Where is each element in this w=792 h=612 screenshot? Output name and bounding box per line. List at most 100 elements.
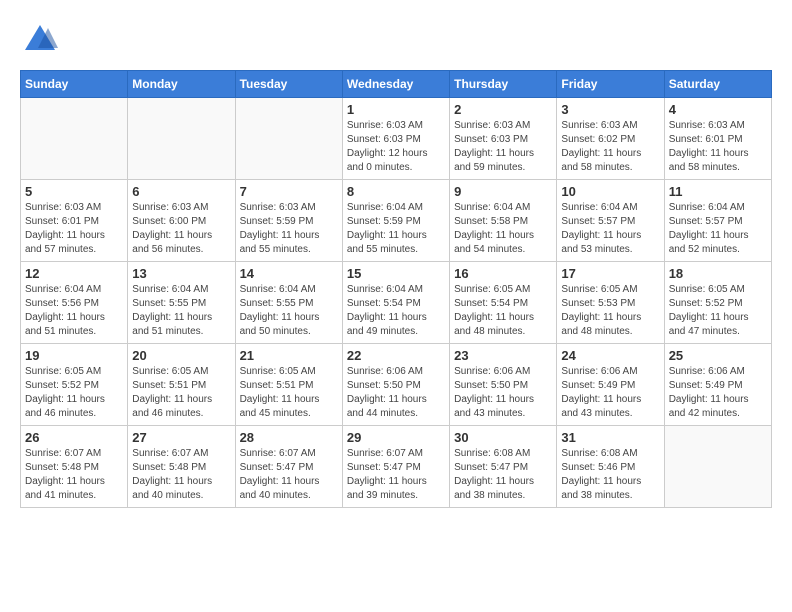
calendar-cell: 24 Sunrise: 6:06 AM Sunset: 5:49 PM Dayli… xyxy=(557,344,664,426)
day-number: 7 xyxy=(240,184,338,199)
calendar-cell: 26 Sunrise: 6:07 AM Sunset: 5:48 PM Dayli… xyxy=(21,426,128,508)
calendar-header-row: SundayMondayTuesdayWednesdayThursdayFrid… xyxy=(21,71,772,98)
calendar-cell: 7 Sunrise: 6:03 AM Sunset: 5:59 PM Daylig… xyxy=(235,180,342,262)
weekday-header: Sunday xyxy=(21,71,128,98)
day-info: Sunrise: 6:06 AM Sunset: 5:49 PM Dayligh… xyxy=(561,365,659,421)
day-info: Sunrise: 6:04 AM Sunset: 5:56 PM Dayligh… xyxy=(25,283,123,339)
calendar-cell xyxy=(664,426,771,508)
calendar-cell xyxy=(21,98,128,180)
day-number: 31 xyxy=(561,430,659,445)
day-number: 23 xyxy=(454,348,552,363)
day-number: 27 xyxy=(132,430,230,445)
calendar-cell: 28Sunrise: 6:07 AM Sunset: 5:47 PM Dayli… xyxy=(235,426,342,508)
day-number: 20 xyxy=(132,348,230,363)
calendar-cell: 14 Sunrise: 6:04 AM Sunset: 5:55 PM Dayli… xyxy=(235,262,342,344)
calendar-cell: 6 Sunrise: 6:03 AM Sunset: 6:00 PM Daylig… xyxy=(128,180,235,262)
day-info: Sunrise: 6:05 AM Sunset: 5:51 PM Dayligh… xyxy=(132,365,230,421)
day-number: 10 xyxy=(561,184,659,199)
day-info: Sunrise: 6:03 AM Sunset: 6:03 PM Dayligh… xyxy=(347,119,445,175)
logo xyxy=(20,20,60,60)
day-number: 21 xyxy=(240,348,338,363)
calendar-cell: 1 Sunrise: 6:03 AM Sunset: 6:03 PM Daylig… xyxy=(342,98,449,180)
day-number: 14 xyxy=(240,266,338,281)
day-number: 1 xyxy=(347,102,445,117)
calendar-cell: 30 Sunrise: 6:08 AM Sunset: 5:47 PM Dayli… xyxy=(450,426,557,508)
day-info: Sunrise: 6:05 AM Sunset: 5:52 PM Dayligh… xyxy=(25,365,123,421)
calendar-cell xyxy=(128,98,235,180)
calendar-cell: 11 Sunrise: 6:04 AM Sunset: 5:57 PM Dayli… xyxy=(664,180,771,262)
day-info: Sunrise: 6:04 AM Sunset: 5:59 PM Dayligh… xyxy=(347,201,445,257)
calendar-cell: 16 Sunrise: 6:05 AM Sunset: 5:54 PM Dayli… xyxy=(450,262,557,344)
day-info: Sunrise: 6:03 AM Sunset: 6:01 PM Dayligh… xyxy=(25,201,123,257)
calendar-cell: 15 Sunrise: 6:04 AM Sunset: 5:54 PM Dayli… xyxy=(342,262,449,344)
day-info: Sunrise: 6:04 AM Sunset: 5:54 PM Dayligh… xyxy=(347,283,445,339)
calendar-week-row: 1 Sunrise: 6:03 AM Sunset: 6:03 PM Daylig… xyxy=(21,98,772,180)
calendar-cell: 18Sunrise: 6:05 AM Sunset: 5:52 PM Dayli… xyxy=(664,262,771,344)
calendar-cell: 5Sunrise: 6:03 AM Sunset: 6:01 PM Daylig… xyxy=(21,180,128,262)
page-header xyxy=(20,20,772,60)
day-number: 19 xyxy=(25,348,123,363)
calendar-cell: 25Sunrise: 6:06 AM Sunset: 5:49 PM Dayli… xyxy=(664,344,771,426)
calendar-cell: 13 Sunrise: 6:04 AM Sunset: 5:55 PM Dayli… xyxy=(128,262,235,344)
day-number: 15 xyxy=(347,266,445,281)
day-number: 22 xyxy=(347,348,445,363)
calendar-cell: 22 Sunrise: 6:06 AM Sunset: 5:50 PM Dayli… xyxy=(342,344,449,426)
day-number: 30 xyxy=(454,430,552,445)
day-info: Sunrise: 6:06 AM Sunset: 5:50 PM Dayligh… xyxy=(347,365,445,421)
calendar-cell: 27 Sunrise: 6:07 AM Sunset: 5:48 PM Dayli… xyxy=(128,426,235,508)
day-info: Sunrise: 6:04 AM Sunset: 5:55 PM Dayligh… xyxy=(240,283,338,339)
day-info: Sunrise: 6:07 AM Sunset: 5:48 PM Dayligh… xyxy=(25,447,123,503)
calendar-cell xyxy=(235,98,342,180)
weekday-header: Saturday xyxy=(664,71,771,98)
day-info: Sunrise: 6:04 AM Sunset: 5:57 PM Dayligh… xyxy=(669,201,767,257)
day-number: 2 xyxy=(454,102,552,117)
calendar-cell: 29Sunrise: 6:07 AM Sunset: 5:47 PM Dayli… xyxy=(342,426,449,508)
day-info: Sunrise: 6:03 AM Sunset: 5:59 PM Dayligh… xyxy=(240,201,338,257)
day-number: 13 xyxy=(132,266,230,281)
weekday-header: Monday xyxy=(128,71,235,98)
day-number: 8 xyxy=(347,184,445,199)
day-info: Sunrise: 6:07 AM Sunset: 5:47 PM Dayligh… xyxy=(240,447,338,503)
day-number: 9 xyxy=(454,184,552,199)
day-info: Sunrise: 6:04 AM Sunset: 5:55 PM Dayligh… xyxy=(132,283,230,339)
day-number: 4 xyxy=(669,102,767,117)
day-info: Sunrise: 6:03 AM Sunset: 6:02 PM Dayligh… xyxy=(561,119,659,175)
calendar-cell: 31 Sunrise: 6:08 AM Sunset: 5:46 PM Dayli… xyxy=(557,426,664,508)
day-number: 18 xyxy=(669,266,767,281)
calendar-cell: 4 Sunrise: 6:03 AM Sunset: 6:01 PM Daylig… xyxy=(664,98,771,180)
logo-icon xyxy=(20,20,60,60)
day-number: 24 xyxy=(561,348,659,363)
day-info: Sunrise: 6:07 AM Sunset: 5:48 PM Dayligh… xyxy=(132,447,230,503)
day-number: 17 xyxy=(561,266,659,281)
calendar-week-row: 19 Sunrise: 6:05 AM Sunset: 5:52 PM Dayli… xyxy=(21,344,772,426)
day-info: Sunrise: 6:08 AM Sunset: 5:47 PM Dayligh… xyxy=(454,447,552,503)
calendar-week-row: 26 Sunrise: 6:07 AM Sunset: 5:48 PM Dayli… xyxy=(21,426,772,508)
day-info: Sunrise: 6:03 AM Sunset: 6:03 PM Dayligh… xyxy=(454,119,552,175)
day-number: 25 xyxy=(669,348,767,363)
day-info: Sunrise: 6:05 AM Sunset: 5:54 PM Dayligh… xyxy=(454,283,552,339)
weekday-header: Tuesday xyxy=(235,71,342,98)
weekday-header: Friday xyxy=(557,71,664,98)
calendar-cell: 12 Sunrise: 6:04 AM Sunset: 5:56 PM Dayli… xyxy=(21,262,128,344)
calendar-week-row: 5Sunrise: 6:03 AM Sunset: 6:01 PM Daylig… xyxy=(21,180,772,262)
day-info: Sunrise: 6:03 AM Sunset: 6:01 PM Dayligh… xyxy=(669,119,767,175)
calendar-cell: 3 Sunrise: 6:03 AM Sunset: 6:02 PM Daylig… xyxy=(557,98,664,180)
day-number: 26 xyxy=(25,430,123,445)
day-info: Sunrise: 6:03 AM Sunset: 6:00 PM Dayligh… xyxy=(132,201,230,257)
day-number: 6 xyxy=(132,184,230,199)
calendar-cell: 8 Sunrise: 6:04 AM Sunset: 5:59 PM Daylig… xyxy=(342,180,449,262)
day-number: 3 xyxy=(561,102,659,117)
day-info: Sunrise: 6:05 AM Sunset: 5:51 PM Dayligh… xyxy=(240,365,338,421)
day-number: 12 xyxy=(25,266,123,281)
day-info: Sunrise: 6:06 AM Sunset: 5:50 PM Dayligh… xyxy=(454,365,552,421)
day-info: Sunrise: 6:05 AM Sunset: 5:53 PM Dayligh… xyxy=(561,283,659,339)
calendar-cell: 10Sunrise: 6:04 AM Sunset: 5:57 PM Dayli… xyxy=(557,180,664,262)
day-info: Sunrise: 6:07 AM Sunset: 5:47 PM Dayligh… xyxy=(347,447,445,503)
day-number: 16 xyxy=(454,266,552,281)
day-info: Sunrise: 6:04 AM Sunset: 5:58 PM Dayligh… xyxy=(454,201,552,257)
calendar-cell: 19 Sunrise: 6:05 AM Sunset: 5:52 PM Dayli… xyxy=(21,344,128,426)
weekday-header: Thursday xyxy=(450,71,557,98)
day-info: Sunrise: 6:08 AM Sunset: 5:46 PM Dayligh… xyxy=(561,447,659,503)
day-number: 11 xyxy=(669,184,767,199)
calendar-week-row: 12 Sunrise: 6:04 AM Sunset: 5:56 PM Dayli… xyxy=(21,262,772,344)
